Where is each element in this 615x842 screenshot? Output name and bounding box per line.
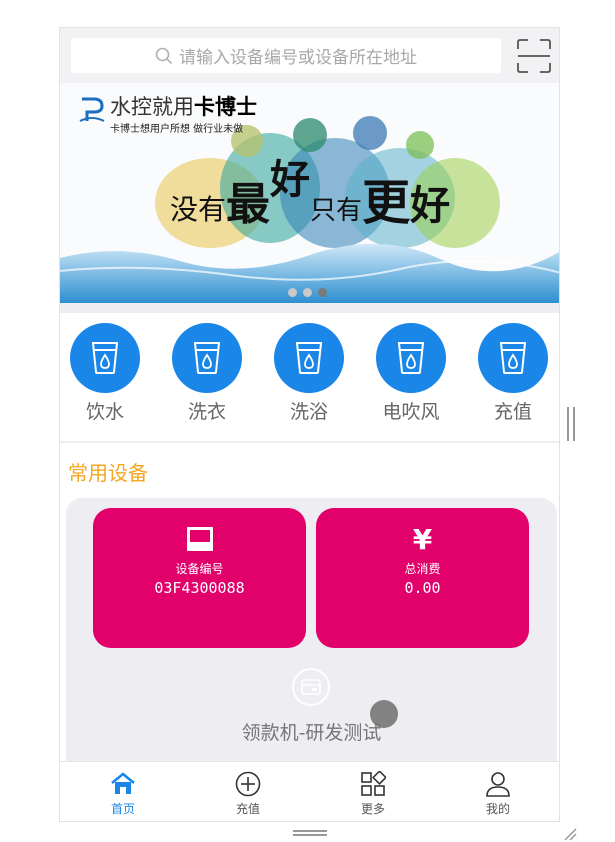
resize-handle-icon[interactable] bbox=[563, 826, 577, 841]
water-cup-icon bbox=[70, 323, 140, 393]
brand-logo: 水控就用卡博士 卡博士想用户所想 做行业未做 bbox=[78, 95, 257, 135]
device-icon bbox=[93, 522, 306, 556]
tab-item[interactable]: 首页 bbox=[83, 770, 163, 817]
device-card[interactable]: 设备编号 03F4300088 ¥ 总消费 0.00 领款机-研发测试 bbox=[66, 498, 557, 788]
device-number-card[interactable]: 设备编号 03F4300088 bbox=[93, 508, 306, 648]
quick-menu-item[interactable]: 充值 bbox=[473, 323, 553, 424]
plus-circle-icon bbox=[208, 770, 288, 798]
water-cup-icon bbox=[376, 323, 446, 393]
search-icon bbox=[155, 47, 173, 65]
grid-icon bbox=[333, 770, 413, 798]
banner-carousel[interactable]: 水控就用卡博士 卡博士想用户所想 做行业未做 没有最好只有更好 bbox=[60, 83, 559, 303]
search-placeholder: 请输入设备编号或设备所在地址 bbox=[179, 48, 417, 68]
water-cup-icon bbox=[478, 323, 548, 393]
quick-menu-item[interactable]: 洗衣 bbox=[167, 323, 247, 424]
tab-item[interactable]: 我的 bbox=[458, 770, 538, 817]
yen-icon: ¥ bbox=[412, 522, 433, 556]
common-devices: 常用设备 设备编号 03F4300088 ¥ 总消费 0.00 领款机-研发测试 bbox=[60, 443, 559, 788]
quick-menu-item[interactable]: 饮水 bbox=[65, 323, 145, 424]
touch-indicator bbox=[370, 700, 398, 728]
top-bar: 请输入设备编号或设备所在地址 bbox=[60, 28, 559, 83]
scrollbar-handle[interactable] bbox=[567, 407, 575, 441]
carousel-dot[interactable] bbox=[288, 288, 297, 297]
logo-icon bbox=[79, 97, 105, 122]
device-number-label: 设备编号 bbox=[175, 562, 224, 576]
total-consumption-label: 总消费 bbox=[404, 562, 441, 576]
brand-subtitle: 卡博士想用户所想 做行业未做 bbox=[110, 124, 244, 135]
carousel-dot[interactable] bbox=[318, 288, 327, 297]
brand-title-bold: 卡博士 bbox=[194, 95, 257, 119]
total-consumption-value: 0.00 bbox=[404, 579, 441, 597]
device-name: 领款机-研发测试 bbox=[241, 722, 382, 744]
bottom-tab-bar: 首页 充值 更多 我的 bbox=[60, 761, 559, 821]
slogan-text: 没有最好只有更好 bbox=[170, 156, 451, 231]
carousel-dot[interactable] bbox=[303, 288, 312, 297]
quick-menu-label: 充值 bbox=[493, 401, 532, 423]
tab-item[interactable]: 充值 bbox=[208, 770, 288, 817]
quick-menu-item[interactable]: 洗浴 bbox=[269, 323, 349, 424]
quick-menu-label: 饮水 bbox=[85, 401, 124, 423]
scan-icon[interactable] bbox=[516, 38, 552, 74]
search-input[interactable]: 请输入设备编号或设备所在地址 bbox=[71, 38, 501, 73]
quick-menu: 饮水 洗衣 洗浴 电吹风 充值 bbox=[60, 313, 559, 441]
device-number-value: 03F4300088 bbox=[154, 579, 245, 597]
water-cup-icon bbox=[172, 323, 242, 393]
tab-label: 更多 bbox=[360, 802, 385, 816]
wallet-icon[interactable] bbox=[292, 668, 330, 706]
carousel-dots bbox=[288, 288, 327, 297]
water-cup-icon bbox=[274, 323, 344, 393]
banner-slogan: 没有最好只有更好 bbox=[170, 156, 451, 233]
tab-label: 首页 bbox=[110, 802, 135, 816]
user-icon bbox=[458, 770, 538, 798]
brand-title: 水控就用 bbox=[110, 95, 194, 119]
drag-grip[interactable] bbox=[293, 830, 327, 836]
quick-menu-item[interactable]: 电吹风 bbox=[371, 323, 451, 424]
quick-menu-label: 洗衣 bbox=[187, 401, 226, 423]
tab-item[interactable]: 更多 bbox=[333, 770, 413, 817]
tab-label: 充值 bbox=[235, 802, 260, 816]
phone-screen: 请输入设备编号或设备所在地址 水控就用卡博士 卡博士想用户所想 做行业未做 没有… bbox=[59, 27, 560, 822]
quick-menu-label: 洗浴 bbox=[289, 401, 328, 423]
total-consumption-card[interactable]: ¥ 总消费 0.00 bbox=[316, 508, 529, 648]
section-title: 常用设备 bbox=[68, 461, 148, 485]
home-icon bbox=[83, 770, 163, 798]
quick-menu-label: 电吹风 bbox=[382, 401, 440, 423]
tab-label: 我的 bbox=[485, 802, 510, 816]
